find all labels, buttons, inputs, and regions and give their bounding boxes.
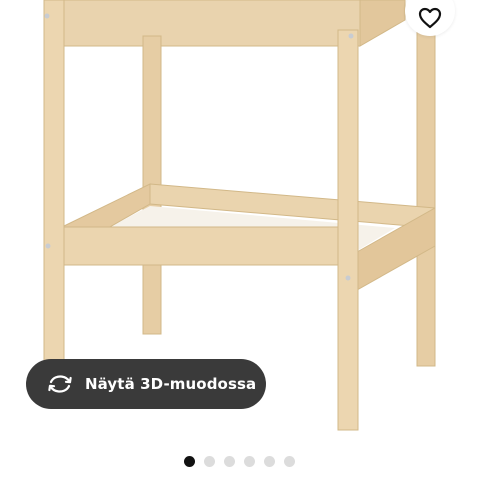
- rotate-3d-icon: [46, 372, 74, 396]
- front-leg-left: [43, 0, 65, 379]
- back-leg-right: [416, 29, 436, 367]
- top-tray-front: [44, 0, 361, 47]
- heart-outline-icon: [418, 7, 442, 29]
- view-3d-button[interactable]: Näytä 3D-muodossa: [26, 359, 266, 409]
- carousel-dot[interactable]: [204, 456, 215, 467]
- top-tray-side: [359, 0, 406, 47]
- screw: [45, 243, 51, 249]
- screw: [44, 13, 50, 19]
- screw: [345, 275, 351, 281]
- carousel-dot[interactable]: [264, 456, 275, 467]
- carousel-dot[interactable]: [224, 456, 235, 467]
- view-3d-label: Näytä 3D-muodossa: [85, 375, 257, 393]
- front-leg-right: [337, 29, 359, 431]
- carousel-pager: [184, 456, 295, 467]
- carousel-dot[interactable]: [184, 456, 195, 467]
- carousel-dot[interactable]: [244, 456, 255, 467]
- carousel-dot[interactable]: [284, 456, 295, 467]
- screw: [348, 33, 354, 39]
- shelf-front-rail: [61, 226, 358, 266]
